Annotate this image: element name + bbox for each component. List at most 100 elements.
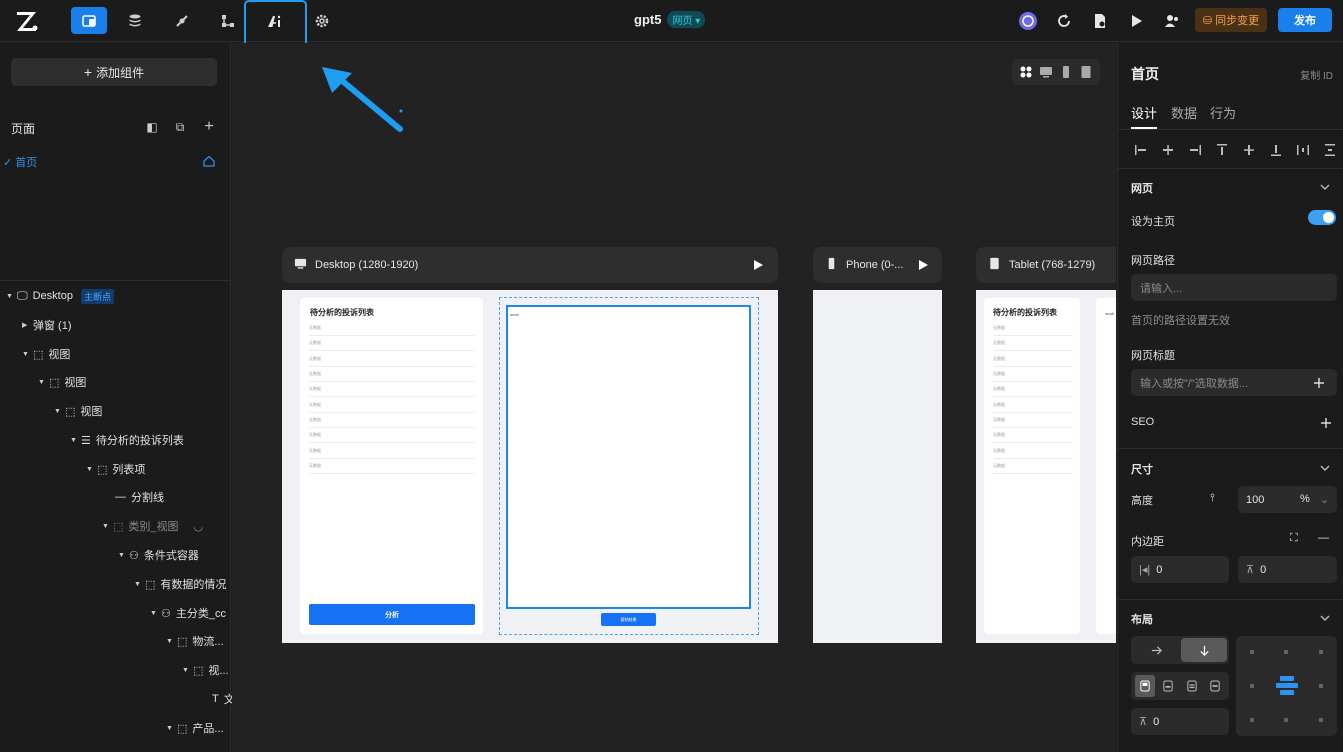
play-icon[interactable] [752,259,764,271]
add-page-folder-icon[interactable]: ⧉ [173,120,187,134]
file-settings-icon[interactable] [1090,11,1110,31]
direction-horizontal-button[interactable] [1133,638,1179,662]
padding-horizontal-input[interactable]: |◂| 0 [1131,556,1229,583]
tree-item-has-data[interactable]: ▼ ⬚ 有数据的情况 [134,576,226,592]
plugin-tool-button[interactable] [164,7,200,34]
page-type-badge[interactable]: 网页 ▾ [667,11,706,28]
add-seo-plus-icon[interactable] [1320,417,1332,429]
add-page-icon[interactable]: + [202,118,216,135]
tab-data[interactable]: 数据 [1171,103,1197,122]
list-item[interactable]: 无数据 [993,459,1073,474]
layout-mode-top-icon[interactable] [1158,675,1178,697]
tree-item-modal[interactable]: ▶ 弹窗 (1) [22,317,72,333]
page-layers-icon[interactable]: ◧ [145,120,159,134]
tree-item-main-category[interactable]: ▼ ⚇ 主分类_cc [150,605,226,621]
align-middle-icon[interactable] [1242,143,1256,157]
distribute-vertical-icon[interactable] [1323,143,1337,157]
list-item[interactable]: 无数据 [993,367,1073,382]
home-icon[interactable] [203,155,215,170]
height-unit-group[interactable]: % ⌄ [1300,493,1329,506]
tree-item-logistics[interactable]: ▼ ⬚ 物流... [166,633,224,649]
chevron-down-icon[interactable] [1319,181,1331,193]
refresh-icon[interactable] [1054,11,1074,31]
list-item[interactable]: 无数据 [309,413,475,428]
frame-label-tablet[interactable]: Tablet (768-1279) [976,247,1116,283]
complaint-list-card-tablet[interactable]: 待分析的投诉列表 无数据 无数据 无数据 无数据 无数据 无数据 无数据 无数据… [984,298,1080,634]
alignment-grid[interactable] [1236,636,1337,736]
frame-label-phone[interactable]: Phone (0-... [813,247,942,283]
list-item[interactable]: 无数据 [993,428,1073,443]
list-item[interactable]: 无数据 [309,336,475,351]
list-item[interactable]: 无数据 [993,352,1073,367]
play-preview-icon[interactable] [1126,11,1146,31]
analyze-button[interactable]: 分析 [309,604,475,625]
list-item[interactable]: 无数据 [309,382,475,397]
database-tool-button[interactable] [117,7,153,34]
tree-item-view[interactable]: ▼ ⬚ 视图 [38,374,86,390]
tree-item-divider[interactable]: — 分割线 [115,489,164,505]
list-item[interactable]: 无数据 [309,428,475,443]
list-item[interactable]: 无数据 [993,398,1073,413]
desktop-frame[interactable]: 待分析的投诉列表 无数据 无数据 无数据 无数据 无数据 无数据 无数据 无数据… [282,290,778,643]
play-icon[interactable] [917,259,929,271]
page-item-home[interactable]: ✓ 首页 [3,154,227,170]
padding-expand-icon[interactable]: ⛶ [1290,532,1298,545]
tree-item-view[interactable]: ▼ ⬚ 视图 [22,346,70,362]
hidden-eye-icon[interactable]: ◡ [194,520,204,533]
gap-input[interactable]: ⊼ 0 [1131,708,1229,735]
align-right-icon[interactable] [1188,143,1202,157]
phone-frame[interactable] [813,290,942,643]
distribute-horizontal-icon[interactable] [1296,143,1310,157]
copy-result-button[interactable]: 复制结果 [601,613,656,626]
align-dot[interactable] [1319,684,1323,688]
tree-item-category-view[interactable]: ▼ ⬚ 类别_视图 ◡ [102,518,203,534]
publish-button[interactable]: 发布 [1278,8,1332,32]
result-text-box-selected[interactable]: result [506,305,751,609]
chevron-down-icon[interactable] [1319,612,1331,624]
padding-vertical-input[interactable]: ⊼ 0 [1238,556,1337,583]
list-item[interactable]: 无数据 [993,444,1073,459]
page-path-input[interactable]: 请输入... [1131,274,1337,301]
height-input[interactable]: 100 % ⌄ [1238,486,1337,513]
add-component-button[interactable]: + 添加组件 [11,58,217,86]
list-item[interactable]: 无数据 [993,382,1073,397]
tree-item-product[interactable]: ▼ ⬚ 产品... [166,720,224,736]
users-icon[interactable] [1162,11,1182,31]
layout-mode-middle-icon[interactable] [1182,675,1202,697]
tablet-frame[interactable]: 待分析的投诉列表 无数据 无数据 无数据 无数据 无数据 无数据 无数据 无数据… [976,290,1116,643]
copy-id-button[interactable]: 复制 ID [1300,67,1333,82]
list-item[interactable]: 无数据 [309,352,475,367]
direction-vertical-button[interactable] [1181,638,1227,662]
align-dot[interactable] [1284,718,1288,722]
layout-mode-fill-icon[interactable] [1134,675,1155,697]
align-dot[interactable] [1319,650,1323,654]
tab-design[interactable]: 设计 [1131,103,1157,122]
layout-mode-bottom-icon[interactable] [1205,675,1225,697]
align-top-icon[interactable] [1215,143,1229,157]
align-left-icon[interactable] [1134,143,1148,157]
tree-item-view-nested[interactable]: ▼ ⬚ 视... [182,662,229,678]
align-dot[interactable] [1250,718,1254,722]
app-title-group[interactable]: gpt5 网页 ▾ [634,11,706,28]
list-item[interactable]: 无数据 [309,367,475,382]
align-bottom-icon[interactable] [1269,143,1283,157]
list-item[interactable]: 无数据 [309,398,475,413]
workflow-tool-button[interactable] [210,7,246,34]
list-item[interactable]: 无数据 [309,321,475,336]
chevron-down-icon[interactable] [1319,462,1331,474]
tree-item-list[interactable]: ▼ ☰ 待分析的投诉列表 [70,432,184,448]
list-item[interactable]: 无数据 [309,459,475,474]
list-item[interactable]: 无数据 [993,336,1073,351]
settings-tool-button[interactable] [304,7,340,34]
list-item[interactable]: 无数据 [309,444,475,459]
desktop-view-icon[interactable] [1039,65,1053,79]
set-home-toggle[interactable] [1308,210,1336,225]
align-dot[interactable] [1284,650,1288,654]
complaint-list-card[interactable]: 待分析的投诉列表 无数据 无数据 无数据 无数据 无数据 无数据 无数据 无数据… [300,298,483,634]
sliders-icon[interactable]: ⫯ [1210,492,1215,505]
pages-tool-button[interactable] [71,7,107,34]
design-canvas[interactable]: Desktop (1280-1920) 待分析的投诉列表 无数据 无数据 无数据… [232,43,1116,752]
plus-icon[interactable] [1313,377,1325,389]
collaborator-avatar-icon[interactable] [1018,11,1038,31]
align-dot[interactable] [1319,718,1323,722]
